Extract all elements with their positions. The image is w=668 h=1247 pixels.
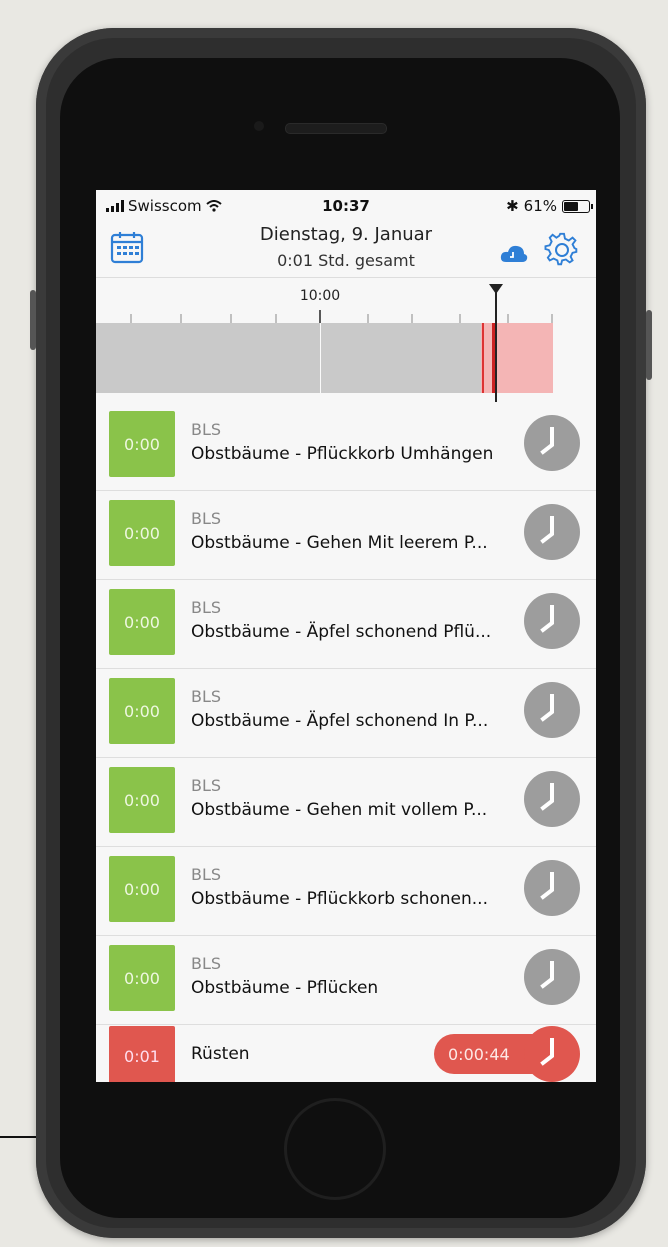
item-category: BLS [191, 509, 222, 528]
clock-icon [540, 427, 554, 455]
bluetooth-icon: ✱ [506, 197, 519, 215]
battery-percent: 61% [523, 197, 557, 215]
start-timer-button[interactable] [524, 504, 580, 560]
item-category: BLS [191, 865, 222, 884]
running-duration-badge: 0:01 [109, 1026, 175, 1082]
earpiece [285, 123, 387, 134]
clock-icon [540, 694, 554, 722]
start-timer-button[interactable] [524, 860, 580, 916]
list-item[interactable]: 0:00 BLS Obstbäume - Pflücken [96, 936, 596, 1025]
item-title: Obstbäume - Gehen Mit leerem P... [191, 533, 488, 553]
item-title: Obstbäume - Äpfel schonend In P... [191, 711, 489, 731]
timeline[interactable]: 10:00 [96, 277, 596, 402]
duration-badge: 0:00 [109, 767, 175, 833]
item-title: Obstbäume - Pflückkorb schonen... [191, 889, 488, 909]
status-right: ✱ 61% [506, 197, 593, 215]
start-timer-button[interactable] [524, 949, 580, 1005]
start-timer-button[interactable] [524, 415, 580, 471]
gear-icon[interactable] [544, 232, 580, 268]
cloud-icon[interactable] [500, 242, 528, 264]
duration-badge: 0:00 [109, 856, 175, 922]
start-timer-button[interactable] [524, 682, 580, 738]
item-title: Obstbäume - Pflückkorb Umhängen [191, 444, 494, 464]
item-category: BLS [191, 776, 222, 795]
duration-badge: 0:00 [109, 945, 175, 1011]
clock-icon [540, 872, 554, 900]
duration-badge: 0:00 [109, 500, 175, 566]
app-header: Dienstag, 9. Januar 0:01 Std. gesamt [96, 220, 596, 275]
clock-icon [540, 961, 554, 989]
clock-icon [540, 783, 554, 811]
start-timer-button[interactable] [524, 593, 580, 649]
start-timer-button[interactable] [524, 771, 580, 827]
stop-timer-button[interactable] [524, 1026, 580, 1082]
clock-icon [540, 516, 554, 544]
list-item[interactable]: 0:00 BLS Obstbäume - Pflückkorb schonen.… [96, 847, 596, 936]
item-category: BLS [191, 954, 222, 973]
power-button [646, 310, 652, 380]
battery-icon [562, 199, 593, 213]
duration-badge: 0:00 [109, 678, 175, 744]
status-bar: Swisscom 10:37 ✱ 61% [96, 190, 596, 220]
item-category: BLS [191, 687, 222, 706]
volume-button [30, 290, 36, 350]
list-item[interactable]: 0:00 BLS Obstbäume - Äpfel schonend Pflü… [96, 580, 596, 669]
front-camera [254, 121, 264, 131]
list-item[interactable]: 0:00 BLS Obstbäume - Äpfel schonend In P… [96, 669, 596, 758]
list-item[interactable]: 0:00 BLS Obstbäume - Gehen Mit leerem P.… [96, 491, 596, 580]
timeline-hour-line [320, 323, 321, 393]
item-category: BLS [191, 420, 222, 439]
timeline-marker [482, 323, 484, 393]
app-screen: Swisscom 10:37 ✱ 61% Dienstag, 9. Januar… [96, 190, 596, 1082]
running-task-title: Rüsten [191, 1044, 250, 1064]
duration-badge: 0:00 [109, 589, 175, 655]
item-title: Obstbäume - Gehen mit vollem P... [191, 800, 488, 820]
task-list: 0:00 BLS Obstbäume - Pflückkorb Umhängen… [96, 402, 596, 1025]
battery-fill [564, 201, 578, 211]
item-title: Obstbäume - Äpfel schonend Pflü... [191, 622, 492, 642]
home-button [284, 1098, 386, 1200]
clock-icon [540, 1038, 554, 1066]
timeline-hour-label: 10:00 [299, 288, 341, 304]
list-item[interactable]: 0:00 BLS Obstbäume - Gehen mit vollem P.… [96, 758, 596, 847]
item-title: Obstbäume - Pflücken [191, 978, 379, 998]
running-task-item[interactable]: 0:01 Rüsten 0:00:44 [96, 1018, 596, 1082]
now-indicator-line [495, 290, 497, 402]
item-category: BLS [191, 598, 222, 617]
timeline-elapsed-bar [96, 323, 481, 393]
list-item[interactable]: 0:00 BLS Obstbäume - Pflückkorb Umhängen [96, 402, 596, 491]
clock-icon [540, 605, 554, 633]
duration-badge: 0:00 [109, 411, 175, 477]
